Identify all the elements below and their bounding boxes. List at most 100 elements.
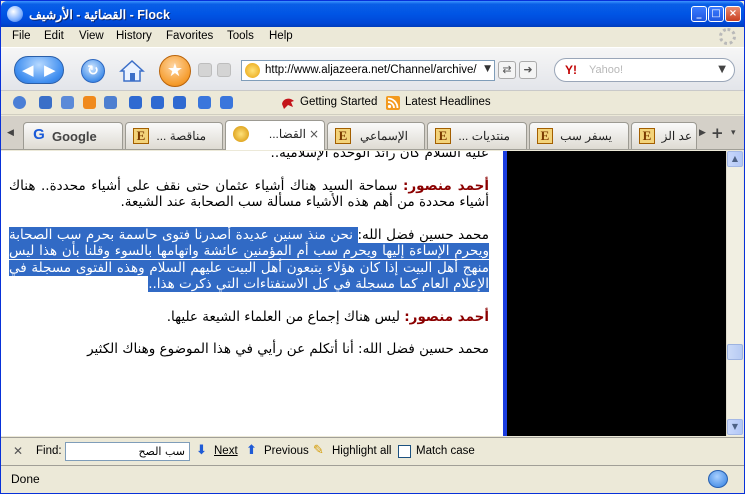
scroll-up-icon[interactable]: ▲: [727, 151, 743, 167]
match-case-checkbox[interactable]: [398, 445, 411, 458]
article-text: أنا أتكلم عن رأيي في هذا الموضوع وهناك ا…: [87, 341, 359, 357]
next-arrow-icon[interactable]: ⬇: [196, 443, 207, 458]
tab-label: Google: [52, 129, 97, 144]
article-paragraph: أحمد منصور: ليس هناك إجماع من العلماء ال…: [9, 309, 489, 326]
e-favicon-icon: E: [435, 128, 451, 144]
tab-label: مناقصة ...: [156, 129, 206, 143]
people-icon[interactable]: [13, 96, 26, 109]
bookmark-latest-headlines[interactable]: Latest Headlines: [405, 96, 491, 108]
blog-edit-icon[interactable]: [198, 96, 211, 109]
tab-scroll-right-icon[interactable]: ▶: [699, 128, 706, 138]
web-clipboard-icon[interactable]: [129, 96, 142, 109]
speaker-name: محمد حسين فضل الله:: [358, 341, 489, 357]
speaker-name: أحمد منصور:: [404, 308, 489, 325]
match-case-label[interactable]: Match case: [416, 445, 475, 457]
blog-icon[interactable]: [173, 96, 186, 109]
vertical-scrollbar[interactable]: ▲ ▼: [726, 151, 743, 436]
chat-bubble-icon[interactable]: [708, 470, 728, 488]
menu-bar: File Edit View History Favorites Tools H…: [1, 27, 744, 47]
article-body: عليه السلام كان رائد الوحدة الإسلامية.. …: [9, 151, 489, 374]
new-tab-icon[interactable]: +: [711, 124, 724, 142]
feed-icon[interactable]: [217, 63, 231, 77]
tab-google[interactable]: G Google: [23, 122, 123, 149]
favorites-icon[interactable]: [151, 96, 164, 109]
rss-feed-icon: [386, 96, 400, 110]
article-paragraph: أحمد منصور: سماحة السيد هناك أشياء عثمان…: [9, 178, 489, 211]
upload-icon[interactable]: [220, 96, 233, 109]
e-favicon-icon: E: [133, 128, 149, 144]
tab-page-7[interactable]: E عد الز: [631, 122, 697, 149]
menu-help[interactable]: Help: [269, 30, 293, 42]
article-paragraph: محمد حسين فضل الله: نحن منذ سنين عديدة أ…: [9, 226, 490, 293]
highlight-all-button[interactable]: Highlight all: [332, 445, 391, 457]
menu-tools[interactable]: Tools: [227, 30, 254, 42]
page-tool-icon[interactable]: ⇄: [498, 61, 516, 79]
tab-page-5[interactable]: E منتديات ...: [427, 122, 527, 149]
search-placeholder: Yahoo!: [589, 64, 624, 76]
menu-edit[interactable]: Edit: [44, 30, 64, 42]
close-button[interactable]: ×: [725, 6, 741, 22]
find-previous-button[interactable]: Previous: [264, 445, 309, 457]
find-close-icon[interactable]: ✕: [13, 444, 23, 458]
find-next-button[interactable]: Next: [214, 445, 238, 457]
favorite-star-button[interactable]: ★: [159, 55, 191, 87]
tab-page-4[interactable]: E الإسماعي ...: [327, 122, 425, 149]
sidebar-panel: [507, 151, 726, 436]
photos-icon[interactable]: [61, 96, 74, 109]
url-text[interactable]: http://www.aljazeera.net/Channel/archive…: [265, 64, 480, 76]
find-input[interactable]: سب الصح: [65, 442, 190, 461]
feeds-icon[interactable]: [83, 96, 96, 109]
bookmark-getting-started[interactable]: Getting Started: [300, 96, 377, 108]
mail-icon[interactable]: [104, 96, 117, 109]
address-bar[interactable]: http://www.aljazeera.net/Channel/archive…: [241, 60, 495, 81]
maximize-button[interactable]: □: [708, 6, 724, 22]
forward-arrow-icon[interactable]: ▶: [44, 61, 56, 79]
find-bar: ✕ Find: سب الصح ⬇ Next ⬆ Previous ✎ High…: [1, 437, 744, 464]
navigation-toolbar: ◀ ▶ ↻ ★ http://www.aljazeera.net/Channel…: [1, 47, 744, 91]
highlighter-icon[interactable]: ✎: [313, 443, 324, 458]
tab-label: الإسماعي ...: [356, 129, 408, 143]
menu-file[interactable]: File: [12, 30, 31, 42]
accounts-icon[interactable]: [39, 96, 52, 109]
home-button[interactable]: [119, 58, 145, 84]
previous-arrow-icon[interactable]: ⬆: [246, 443, 257, 458]
bookmarks-toolbar: Getting Started Latest Headlines: [1, 91, 744, 115]
article-line: عليه السلام كان رائد الوحدة الإسلامية..: [9, 151, 489, 162]
tab-page-2[interactable]: E مناقصة ...: [125, 122, 223, 149]
menu-history[interactable]: History: [116, 30, 152, 42]
flock-app-icon[interactable]: [7, 6, 23, 22]
scroll-thumb[interactable]: [727, 344, 743, 360]
tab-list-icon[interactable]: ▾: [731, 128, 736, 138]
tab-bar: ◀ G Google E مناقصة ... القضا... × E الإ…: [1, 116, 744, 150]
menu-view[interactable]: View: [79, 30, 104, 42]
page-content: عليه السلام كان رائد الوحدة الإسلامية.. …: [1, 151, 503, 436]
scroll-down-icon[interactable]: ▼: [727, 419, 743, 435]
tab-scroll-left-icon[interactable]: ◀: [7, 128, 14, 138]
url-dropdown-icon[interactable]: ▼: [484, 64, 491, 74]
tab-label: عد الز: [661, 129, 692, 143]
yahoo-logo-icon[interactable]: Y!: [565, 63, 577, 77]
search-box[interactable]: Y! Yahoo! ▼: [554, 58, 735, 82]
speaker-name: محمد حسين فضل الله:: [357, 226, 490, 243]
aljazeera-favicon-icon: [233, 126, 249, 142]
back-arrow-icon[interactable]: ◀: [22, 61, 34, 79]
tab-aljazeera-active[interactable]: القضا... ×: [225, 120, 325, 150]
minimize-button[interactable]: _: [691, 6, 707, 22]
back-forward-control: ◀ ▶: [14, 56, 64, 84]
tab-close-icon[interactable]: ×: [309, 127, 319, 141]
menu-favorites[interactable]: Favorites: [166, 30, 213, 42]
search-dropdown-icon[interactable]: ▼: [718, 64, 726, 75]
reload-button[interactable]: ↻: [81, 59, 105, 83]
article-paragraph: محمد حسين فضل الله: أنا أتكلم عن رأيي في…: [9, 341, 489, 358]
share-icon[interactable]: [198, 63, 212, 77]
window-title: القضائية - الأرشيف - Flock: [29, 8, 170, 22]
title-bar[interactable]: القضائية - الأرشيف - Flock _ □ ×: [1, 1, 744, 27]
browser-window: القضائية - الأرشيف - Flock _ □ × File Ed…: [0, 0, 745, 494]
tab-page-6[interactable]: E يسفر سب ...: [529, 122, 629, 149]
article-text: ليس هناك إجماع من العلماء الشيعة عليها.: [166, 308, 405, 325]
status-text: Done: [11, 472, 40, 486]
go-arrow-icon[interactable]: ➜: [519, 61, 537, 79]
getting-started-icon: [282, 98, 294, 109]
site-favicon: [245, 63, 260, 78]
article-text: عليه السلام كان رائد الوحدة الإسلامية..: [270, 151, 489, 161]
